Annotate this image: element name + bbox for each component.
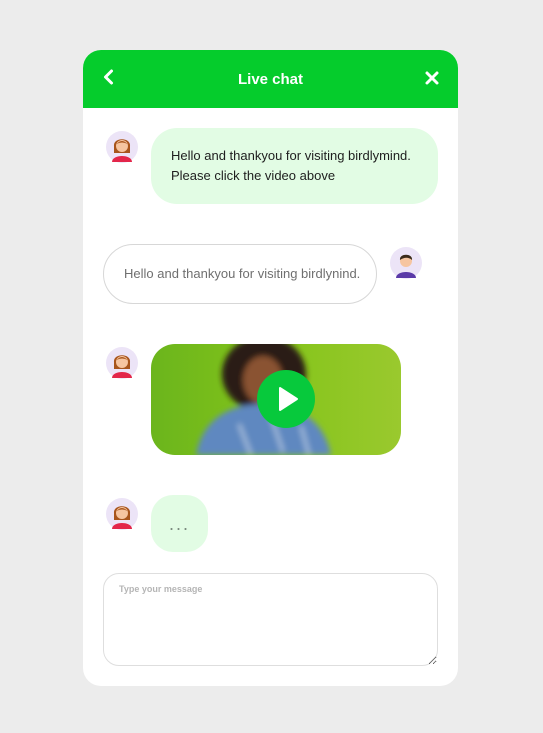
chat-widget: Live chat Hello and thankyou for visitin… [83, 50, 458, 686]
chat-header: Live chat [83, 50, 458, 108]
play-button[interactable] [257, 370, 315, 428]
close-button[interactable] [422, 68, 442, 88]
video-thumbnail[interactable] [151, 344, 401, 455]
message-input[interactable] [103, 573, 438, 666]
agent-avatar [106, 347, 138, 379]
agent-avatar [106, 498, 138, 530]
message-line: Please click the video above [171, 168, 336, 183]
play-icon [279, 387, 298, 411]
chat-title: Live chat [237, 71, 304, 88]
user-message: Hello and thankyou for visiting birdlyni… [103, 244, 377, 304]
typing-indicator: ... [151, 495, 208, 552]
close-icon [425, 71, 439, 85]
message-text: Hello and thankyou for visiting birdlyni… [124, 266, 361, 281]
message-line: Hello and thankyou for visiting birdlymi… [171, 148, 411, 163]
agent-message: Hello and thankyou for visiting birdlymi… [151, 128, 438, 204]
agent-avatar [106, 131, 138, 163]
user-avatar [390, 247, 422, 279]
